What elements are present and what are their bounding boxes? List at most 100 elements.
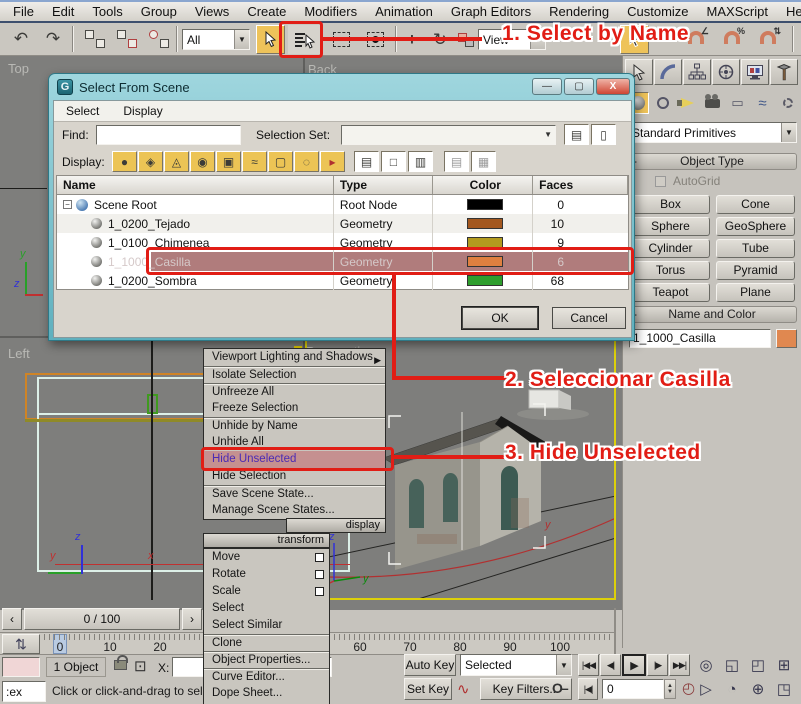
tab-modify[interactable] [654, 59, 682, 85]
display-influences-button[interactable]: ▥ [408, 151, 433, 172]
tube-button[interactable]: Tube [716, 239, 795, 258]
select-set-members-button[interactable]: ▯ [591, 124, 616, 145]
box-button[interactable]: Box [631, 195, 710, 214]
zoom-all-button[interactable]: ⊞ [772, 654, 796, 676]
next-frame-button[interactable]: |▶ [647, 654, 668, 676]
menu-item-isolate-selection[interactable]: Isolate Selection [204, 366, 385, 383]
zoom-extents-button[interactable]: ◰ [746, 654, 770, 676]
object-color-swatch[interactable] [467, 275, 503, 286]
plane-button[interactable]: Plane [716, 283, 795, 302]
object-color-swatch[interactable] [467, 199, 503, 210]
selected-set-dropdown[interactable]: Selected▼ [460, 654, 572, 676]
object-name-field[interactable]: 1_1000_Casilla [629, 329, 771, 348]
menu-item-move[interactable]: Move [204, 549, 329, 566]
tab-hierarchy[interactable] [683, 59, 711, 85]
time-slider-forward-button[interactable]: › [182, 608, 202, 630]
time-slider[interactable]: 0 / 100 [24, 608, 180, 630]
menu-create[interactable]: Create [238, 4, 295, 19]
menu-tools[interactable]: Tools [83, 4, 131, 19]
column-header-color[interactable]: Color [433, 176, 534, 194]
angle-snap-toggle-button[interactable]: ∠ [688, 31, 704, 44]
mini-curve-editor-button[interactable]: ⇅ [2, 634, 40, 654]
selection-set-dropdown[interactable]: ▼ [341, 125, 556, 145]
menu-graph-editors[interactable]: Graph Editors [442, 4, 540, 19]
category-shapes-button[interactable] [651, 92, 674, 114]
category-lights-button[interactable] [676, 92, 699, 114]
helpers-filter-toggle[interactable]: ▣ [216, 151, 241, 172]
tab-display[interactable] [741, 59, 769, 85]
play-button[interactable]: ▶ [622, 654, 646, 676]
go-to-start-button[interactable]: |◀◀ [578, 654, 599, 676]
menu-customize[interactable]: Customize [618, 4, 697, 19]
key-tangents-icon[interactable]: ∿ [457, 680, 470, 698]
menu-maxscript[interactable]: MAXScript [698, 4, 777, 19]
settings-box-icon[interactable] [315, 587, 324, 596]
menu-rendering[interactable]: Rendering [540, 4, 618, 19]
menu-item-dope-sheet[interactable]: Dope Sheet... [204, 685, 329, 702]
primitives-category-dropdown[interactable]: Standard Primitives▼ [627, 122, 797, 143]
menu-group[interactable]: Group [132, 4, 186, 19]
macro-recorder-line[interactable] [2, 657, 40, 677]
dialog-menu-select[interactable]: Select [54, 104, 111, 118]
autogrid-checkbox[interactable] [655, 176, 666, 187]
groups-filter-toggle[interactable]: ▢ [268, 151, 293, 172]
cancel-button[interactable]: Cancel [552, 307, 626, 329]
table-row[interactable]: −Scene RootRoot Node0 [57, 195, 628, 214]
select-and-link-button[interactable] [80, 25, 110, 53]
sphere-button[interactable]: Sphere [631, 217, 710, 236]
object-type-rollout[interactable]: -Object Type [627, 153, 797, 170]
menu-item-object-properties[interactable]: Object Properties... [204, 651, 329, 668]
menu-views[interactable]: Views [186, 4, 238, 19]
name-color-rollout[interactable]: -Name and Color [627, 306, 797, 323]
object-color-swatch[interactable] [776, 329, 797, 348]
spinner-snap-toggle-button[interactable]: ⇅ [760, 31, 776, 44]
viewport-label-top[interactable]: Top [8, 61, 29, 76]
menu-item-scale[interactable]: Scale [204, 583, 329, 600]
zoom-region-button[interactable]: ◱ [720, 654, 744, 676]
previous-frame-button[interactable]: ◀| [600, 654, 621, 676]
find-input[interactable] [96, 125, 241, 145]
redo-button[interactable]: ↷ [38, 25, 68, 53]
pan-button[interactable]: ◔ [720, 678, 744, 700]
keyboard-shortcut-override-icon[interactable]: O– [552, 680, 567, 696]
close-button[interactable]: X [596, 78, 630, 95]
collapse-toggle-icon[interactable]: − [63, 200, 72, 209]
geometry-filter-toggle[interactable]: ● [112, 151, 137, 172]
menu-help[interactable]: Help [777, 4, 801, 19]
go-to-end-button[interactable]: ▶▶| [669, 654, 690, 676]
current-frame-field[interactable]: 0 [602, 679, 664, 699]
tab-motion[interactable] [712, 59, 740, 85]
settings-box-icon[interactable] [315, 553, 324, 562]
teapot-button[interactable]: Teapot [631, 283, 710, 302]
cameras-filter-toggle[interactable]: ◉ [190, 151, 215, 172]
menu-item-select-similar[interactable]: Select Similar [204, 617, 329, 634]
menu-edit[interactable]: Edit [43, 4, 83, 19]
dialog-menu-display[interactable]: Display [111, 104, 174, 118]
go-to-frame-button[interactable]: |◀| [578, 678, 598, 700]
ok-button[interactable]: OK [462, 307, 538, 329]
auto-key-button[interactable]: Auto Key [404, 654, 456, 676]
unlink-selection-button[interactable] [112, 25, 142, 53]
menu-item-manage-scene-states[interactable]: Manage Scene States... [204, 502, 385, 519]
maxscript-mini-listener[interactable]: :ex [2, 681, 46, 702]
cone-button[interactable]: Cone [716, 195, 795, 214]
category-systems-button[interactable] [776, 92, 799, 114]
menu-item-rotate[interactable]: Rotate [204, 566, 329, 583]
selection-lock-toggle[interactable] [114, 660, 127, 670]
bind-to-space-warp-button[interactable] [144, 25, 174, 53]
cylinder-button[interactable]: Cylinder [631, 239, 710, 258]
create-selection-set-button[interactable]: ▤ [564, 124, 589, 145]
menu-item-viewport-lighting-and-shadows[interactable]: Viewport Lighting and Shadows▶ [204, 349, 385, 366]
menu-modifiers[interactable]: Modifiers [295, 4, 366, 19]
display-children-button[interactable]: ▤ [354, 151, 379, 172]
torus-button[interactable]: Torus [631, 261, 710, 280]
column-header-type[interactable]: Type [334, 176, 433, 194]
set-key-button[interactable]: Set Key [404, 678, 452, 700]
viewport-label-left[interactable]: Left [8, 346, 30, 361]
sort-hierarchy-button[interactable]: ▤ [444, 151, 469, 172]
field-of-view-button[interactable]: ▷ [694, 678, 718, 700]
arc-rotate-button[interactable]: ⊕ [746, 678, 770, 700]
column-header-name[interactable]: Name [57, 176, 334, 194]
category-cameras-button[interactable] [701, 92, 724, 114]
column-header-faces[interactable]: Faces [533, 176, 628, 194]
